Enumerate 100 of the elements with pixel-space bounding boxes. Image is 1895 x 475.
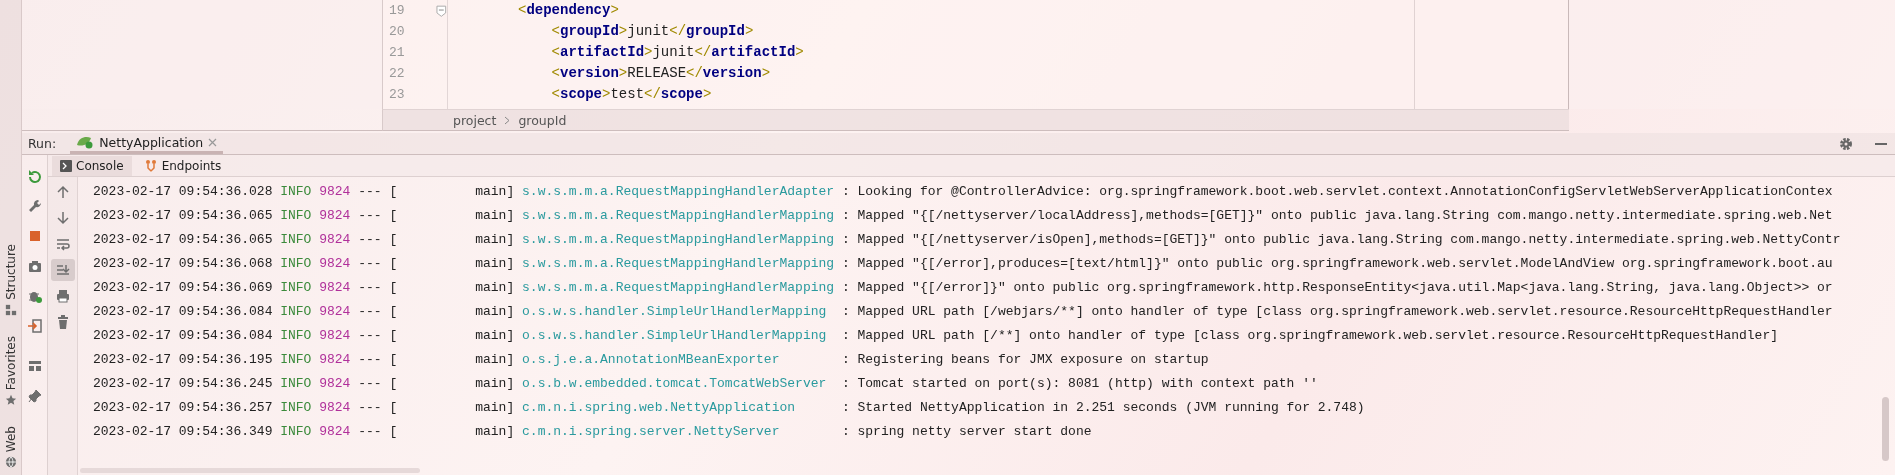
log-timestamp: 2023-02-17 09:54:36.349 — [93, 423, 273, 439]
logger-name: o.s.j.e.a.AnnotationMBeanExporter — [522, 351, 780, 367]
log-message: : Registering beans for JMX exposure on startup — [841, 351, 1209, 367]
code-line: <dependency> — [518, 1, 619, 20]
log-timestamp: 2023-02-17 09:54:36.065 — [93, 207, 273, 223]
thread-name: main] — [475, 303, 515, 319]
log-message: : Tomcat started on port(s): 8081 (http) with context path '' — [841, 375, 1318, 391]
process-id: 9824 — [319, 423, 351, 439]
settings-icon[interactable] — [1839, 136, 1853, 151]
process-id: 9824 — [319, 303, 351, 319]
chevron-icon — [504, 115, 511, 125]
log-level: INFO — [280, 303, 312, 319]
logger-name: o.s.b.w.embedded.tomcat.TomcatWebServer — [522, 375, 827, 391]
run-tab[interactable]: NettyApplication — [70, 133, 224, 154]
logger-name: s.w.s.m.m.a.RequestMappingHandlerMapping — [522, 231, 835, 247]
process-id: 9824 — [319, 183, 351, 199]
log-level: INFO — [280, 207, 312, 223]
log-message: : Mapped "{[/error]}" onto public org.springframework.http.ResponseEntity<java.util.Map<java.lang.String, java.lang.Object>> or — [841, 279, 1833, 295]
code-line: <groupId>junit</groupId> — [550, 22, 754, 41]
log-level: INFO — [280, 279, 312, 295]
log-separator: --- [ — [358, 303, 398, 319]
log-message: : Started NettyApplication in 2.251 seconds (JVM running for 2.748) — [841, 399, 1365, 415]
logger-name: s.w.s.m.m.a.RequestMappingHandlerMapping — [522, 255, 835, 271]
log-separator: --- [ — [358, 231, 398, 247]
camera-icon — [26, 258, 43, 274]
log-level: INFO — [280, 183, 312, 199]
log-message: : Mapped "{[/nettyserver/localAddress],methods=[GET]}" onto public java.lang.String com.mango.netty.intermediate.spring.web.Net — [841, 207, 1833, 223]
log-timestamp: 2023-02-17 09:54:36.069 — [93, 279, 273, 295]
wrap-icon — [54, 236, 71, 252]
logger-name: s.w.s.m.m.a.RequestMappingHandlerMapping — [522, 207, 835, 223]
log-timestamp: 2023-02-17 09:54:36.257 — [93, 399, 273, 415]
tool-window-button[interactable]: Web — [3, 426, 18, 469]
rerun-icon — [26, 168, 43, 184]
line-number: 19 — [389, 3, 406, 18]
thread-name: main] — [475, 423, 515, 439]
logger-name: o.s.w.s.handler.SimpleUrlHandlerMapping — [522, 303, 827, 319]
down-arrow-icon — [54, 210, 71, 226]
thread-name: main] — [475, 231, 515, 247]
log-timestamp: 2023-02-17 09:54:36.084 — [93, 303, 273, 319]
log-message: : Looking for @ControllerAdvice: org.springframework.boot.web.servlet.context.AnnotationConfigServletWebServerApplicationContex — [841, 183, 1833, 199]
log-level: INFO — [280, 375, 312, 391]
endpoints-icon — [143, 158, 158, 173]
line-number: 20 — [389, 24, 406, 39]
log-level: INFO — [280, 327, 312, 343]
log-separator: --- [ — [358, 255, 398, 271]
console-tab[interactable]: Console — [52, 155, 132, 176]
structure-icon — [4, 303, 17, 316]
process-id: 9824 — [319, 207, 351, 223]
layout-icon — [26, 358, 43, 374]
pin-icon — [26, 388, 43, 404]
line-number: 22 — [389, 66, 406, 81]
log-separator: --- [ — [358, 423, 398, 439]
log-message: : Mapped "{[/error],produces=[text/html]}" onto public org.springframework.web.servlet.ModelAndView org.springframework.boot.au — [841, 255, 1833, 271]
code-line: <version>RELEASE</version> — [550, 64, 771, 83]
log-separator: --- [ — [358, 375, 398, 391]
logger-name: o.s.w.s.handler.SimpleUrlHandlerMapping — [522, 327, 827, 343]
scrollbar-thumb[interactable] — [1882, 397, 1889, 461]
thread-name: main] — [475, 351, 515, 367]
logger-name: c.m.n.i.spring.server.NettyServer — [522, 423, 780, 439]
log-separator: --- [ — [358, 351, 398, 367]
log-separator: --- [ — [358, 207, 398, 223]
thread-name: main] — [475, 183, 515, 199]
breadcrumb-item[interactable]: project — [453, 112, 497, 128]
console-tab[interactable]: Endpoints — [135, 155, 230, 176]
log-level: INFO — [280, 423, 312, 439]
log-level: INFO — [280, 231, 312, 247]
process-id: 9824 — [319, 399, 351, 415]
tool-window-button[interactable]: Favorites — [3, 335, 18, 407]
spring-leaf-icon — [76, 135, 95, 149]
code-line: <scope>test</scope> — [550, 85, 712, 104]
line-number: 21 — [389, 45, 406, 60]
log-level: INFO — [280, 399, 312, 415]
thread-name: main] — [475, 375, 515, 391]
scroll-to-end-icon — [54, 262, 71, 278]
log-timestamp: 2023-02-17 09:54:36.028 — [93, 183, 273, 199]
thread-name: main] — [475, 399, 515, 415]
log-message: : Mapped "{[/nettyserver/isOpen],methods=[GET]}" onto public java.lang.String com.mango.netty.intermediate.spring.web.NettyContr — [841, 231, 1841, 247]
scrollbar-thumb[interactable] — [80, 468, 420, 473]
log-level: INFO — [280, 255, 312, 271]
logger-name: c.m.n.i.spring.web.NettyApplication — [522, 399, 796, 415]
process-id: 9824 — [319, 279, 351, 295]
line-number: 23 — [389, 87, 406, 102]
process-id: 9824 — [319, 327, 351, 343]
thread-name: main] — [475, 279, 515, 295]
scroll-to-end-button[interactable] — [50, 259, 75, 281]
log-timestamp: 2023-02-17 09:54:36.068 — [93, 255, 273, 271]
thread-name: main] — [475, 207, 515, 223]
log-level: INFO — [280, 351, 312, 367]
log-separator: --- [ — [358, 399, 398, 415]
breadcrumb-item[interactable]: groupId — [518, 112, 567, 128]
process-id: 9824 — [319, 351, 351, 367]
log-timestamp: 2023-02-17 09:54:36.084 — [93, 327, 273, 343]
close-icon[interactable] — [208, 137, 218, 147]
globe-icon — [4, 456, 17, 469]
log-separator: --- [ — [358, 279, 398, 295]
tool-window-button[interactable]: Structure — [3, 244, 18, 316]
run-label: Run: — [28, 136, 57, 151]
logger-name: s.w.s.m.m.a.RequestMappingHandlerAdapter — [522, 183, 835, 199]
log-message: : Mapped URL path [/**] onto handler of type [class org.springframework.web.servlet.resource.ResourceHttpRequestHandler] — [841, 327, 1779, 343]
log-separator: --- [ — [358, 327, 398, 343]
